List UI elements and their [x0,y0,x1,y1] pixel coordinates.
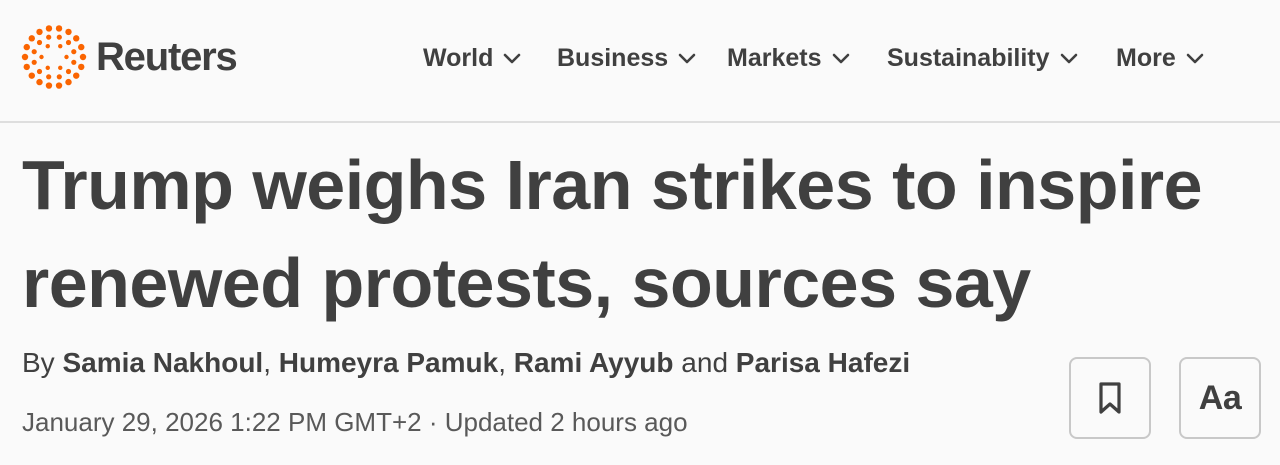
logo-dot [28,72,35,79]
headline-line: Trump weighs Iran strikes to inspire [22,146,1203,224]
logo-dot [58,65,63,71]
logo-dot [46,74,52,80]
logo-dot [36,39,43,46]
site-header: Reuters World Business Markets Sustainab… [0,0,1280,123]
logo-dot [39,54,44,60]
reuters-logo[interactable]: Reuters [20,22,238,92]
article-dateline: January 29, 2026 1:22 PM GMT+2 · Updated… [22,407,688,437]
nav-item-world[interactable]: World [423,38,521,78]
logo-wordmark: Reuters [96,35,238,79]
logo-dot [55,82,63,89]
chevron-down-icon [678,53,696,63]
logo-dot [23,43,30,51]
article-byline: By Samia Nakhoul, Humeyra Pamuk, Rami Ay… [22,343,910,383]
logo-dot [45,82,53,89]
byline-prefix: By [22,347,63,378]
logo-dot [36,78,43,86]
logo-dot [45,65,50,71]
author-link[interactable]: Parisa Hafezi [736,347,910,378]
logo-dot [65,78,72,86]
nav-item-markets[interactable]: Markets [727,38,850,78]
logo-dot [36,28,43,36]
byline-separator: , [498,347,514,378]
logo-dot [21,53,29,61]
logo-dot [45,43,50,49]
logo-dot [23,63,30,71]
nav-item-label: Markets [727,43,822,72]
chevron-down-icon [504,53,521,63]
bookmark-icon [1099,382,1121,414]
logo-dot [65,68,72,75]
nav-item-label: More [1116,43,1176,72]
logo-dot [65,39,72,46]
logo-dot [78,43,85,51]
chevron-down-icon [832,53,849,63]
author-link[interactable]: Humeyra Pamuk [279,347,498,378]
byline-separator: , [263,347,279,378]
chevron-down-icon [1186,53,1204,63]
logo-dot [56,34,62,40]
bookmark-button[interactable] [1069,357,1151,439]
text-size-label: Aa [1198,378,1242,417]
logo-dot [64,54,69,60]
logo-dot [31,49,37,55]
chevron-down-icon [1060,53,1077,63]
logo-dot [31,59,37,65]
logo-dot [71,49,77,55]
logo-dot [58,43,63,49]
author-link[interactable]: Samia Nakhoul [62,347,263,378]
nav-item-label: Business [557,43,669,72]
logo-dot [46,34,52,40]
nav-item-business[interactable]: Business [557,38,696,78]
byline-conjunction: and [673,347,736,378]
logo-dot [79,53,87,61]
logo-dot [55,25,63,32]
logo-dot [28,35,35,42]
logo-dot [71,59,77,65]
nav-item-more[interactable]: More [1116,38,1204,78]
text-size-button[interactable]: Aa [1179,357,1261,439]
logo-dot [65,28,72,36]
nav-item-label: Sustainability [887,43,1050,72]
logo-dot [78,63,85,71]
logo-dot [45,25,53,32]
logo-dot [56,74,62,80]
reuters-dots-logo-icon [21,25,87,89]
logo-dot [73,35,80,42]
logo-dot [36,68,43,75]
reuters-article-page: Reuters World Business Markets Sustainab… [0,0,1280,465]
headline-line: renewed protests, sources say [22,244,1031,322]
nav-item-sustainability[interactable]: Sustainability [887,38,1078,78]
author-link[interactable]: Rami Ayyub [514,347,674,378]
nav-item-label: World [423,43,494,72]
logo-dot [73,72,80,79]
article-headline: Trump weighs Iran strikes to inspire ren… [22,136,1272,332]
